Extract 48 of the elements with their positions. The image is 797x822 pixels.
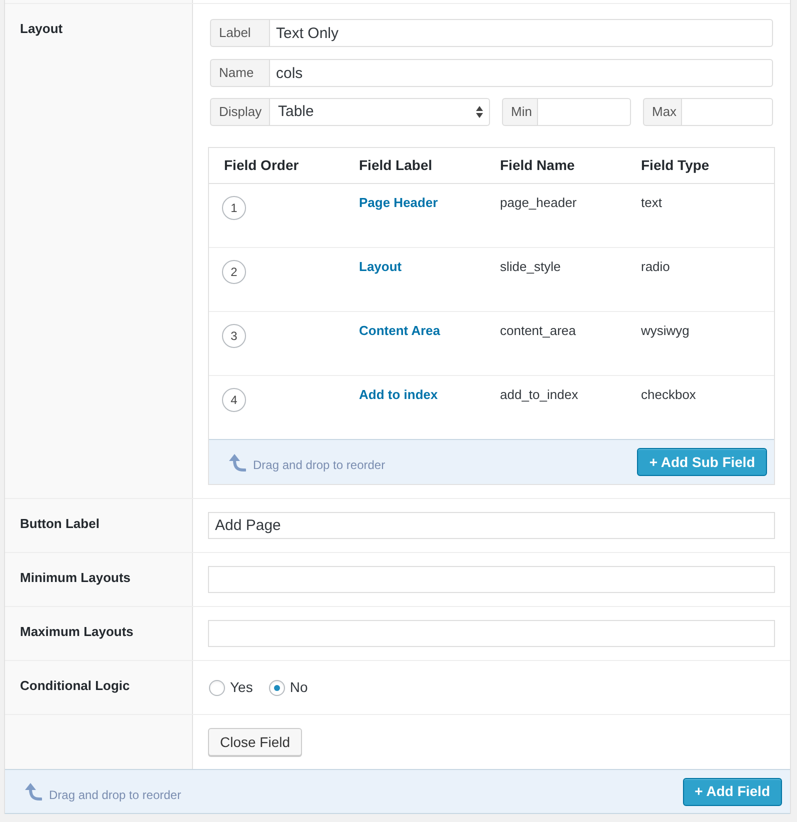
order-number[interactable]: 1 bbox=[222, 196, 246, 220]
field-prefix-label: Min bbox=[502, 98, 538, 126]
display-select[interactable]: Table bbox=[270, 98, 490, 126]
field-prefix-label: Display bbox=[210, 98, 270, 126]
setting-label: Conditional Logic bbox=[20, 678, 130, 693]
text-input[interactable]: cols bbox=[270, 59, 773, 87]
text-input[interactable]: Add Page bbox=[208, 512, 775, 539]
column-header: Field Type bbox=[641, 156, 710, 172]
field-name: content_area bbox=[500, 323, 576, 338]
radio-label: No bbox=[290, 678, 308, 697]
field-prefix-label: Label bbox=[210, 19, 270, 47]
close-field-button[interactable]: Close Field bbox=[208, 728, 302, 756]
radio-button[interactable] bbox=[268, 680, 285, 696]
field-name: add_to_index bbox=[500, 387, 578, 402]
field-label-link[interactable]: Content Area bbox=[359, 323, 440, 338]
field-prefix-label: Name bbox=[210, 59, 270, 87]
field-label-link[interactable]: Layout bbox=[359, 259, 402, 274]
column-header: Field Order bbox=[224, 156, 299, 172]
setting-label: Layout bbox=[20, 21, 63, 36]
column-header: Field Label bbox=[359, 156, 432, 172]
drag-hint: Drag and drop to reorder bbox=[253, 457, 386, 474]
text-input[interactable] bbox=[682, 98, 773, 126]
drag-hint: Drag and drop to reorder bbox=[49, 786, 182, 804]
column-header: Field Name bbox=[500, 156, 575, 172]
order-number[interactable]: 4 bbox=[222, 388, 246, 412]
text-input[interactable] bbox=[538, 98, 631, 126]
text-input[interactable] bbox=[208, 620, 775, 647]
text-input[interactable]: Text Only bbox=[270, 19, 773, 47]
radio-label: Yes bbox=[230, 678, 253, 697]
curved-arrow-icon bbox=[228, 452, 246, 472]
field-label-link[interactable]: Page Header bbox=[359, 195, 438, 210]
field-type: radio bbox=[641, 259, 670, 274]
field-type: wysiwyg bbox=[641, 323, 690, 338]
setting-label: Button Label bbox=[20, 516, 100, 531]
radio-button[interactable] bbox=[209, 680, 225, 696]
setting-label: Minimum Layouts bbox=[20, 570, 131, 585]
field-name: slide_style bbox=[500, 259, 561, 274]
setting-label: Maximum Layouts bbox=[20, 624, 134, 639]
field-type: text bbox=[641, 195, 662, 210]
field-name: page_header bbox=[500, 195, 577, 210]
field-label-link[interactable]: Add to index bbox=[359, 387, 438, 402]
field-prefix-label: Max bbox=[643, 98, 682, 126]
order-number[interactable]: 2 bbox=[222, 260, 246, 284]
curved-arrow-icon bbox=[24, 782, 42, 801]
up-down-arrows-icon bbox=[476, 106, 483, 118]
order-number[interactable]: 3 bbox=[222, 324, 246, 348]
text-input[interactable] bbox=[208, 566, 775, 593]
field-type: checkbox bbox=[641, 387, 696, 402]
